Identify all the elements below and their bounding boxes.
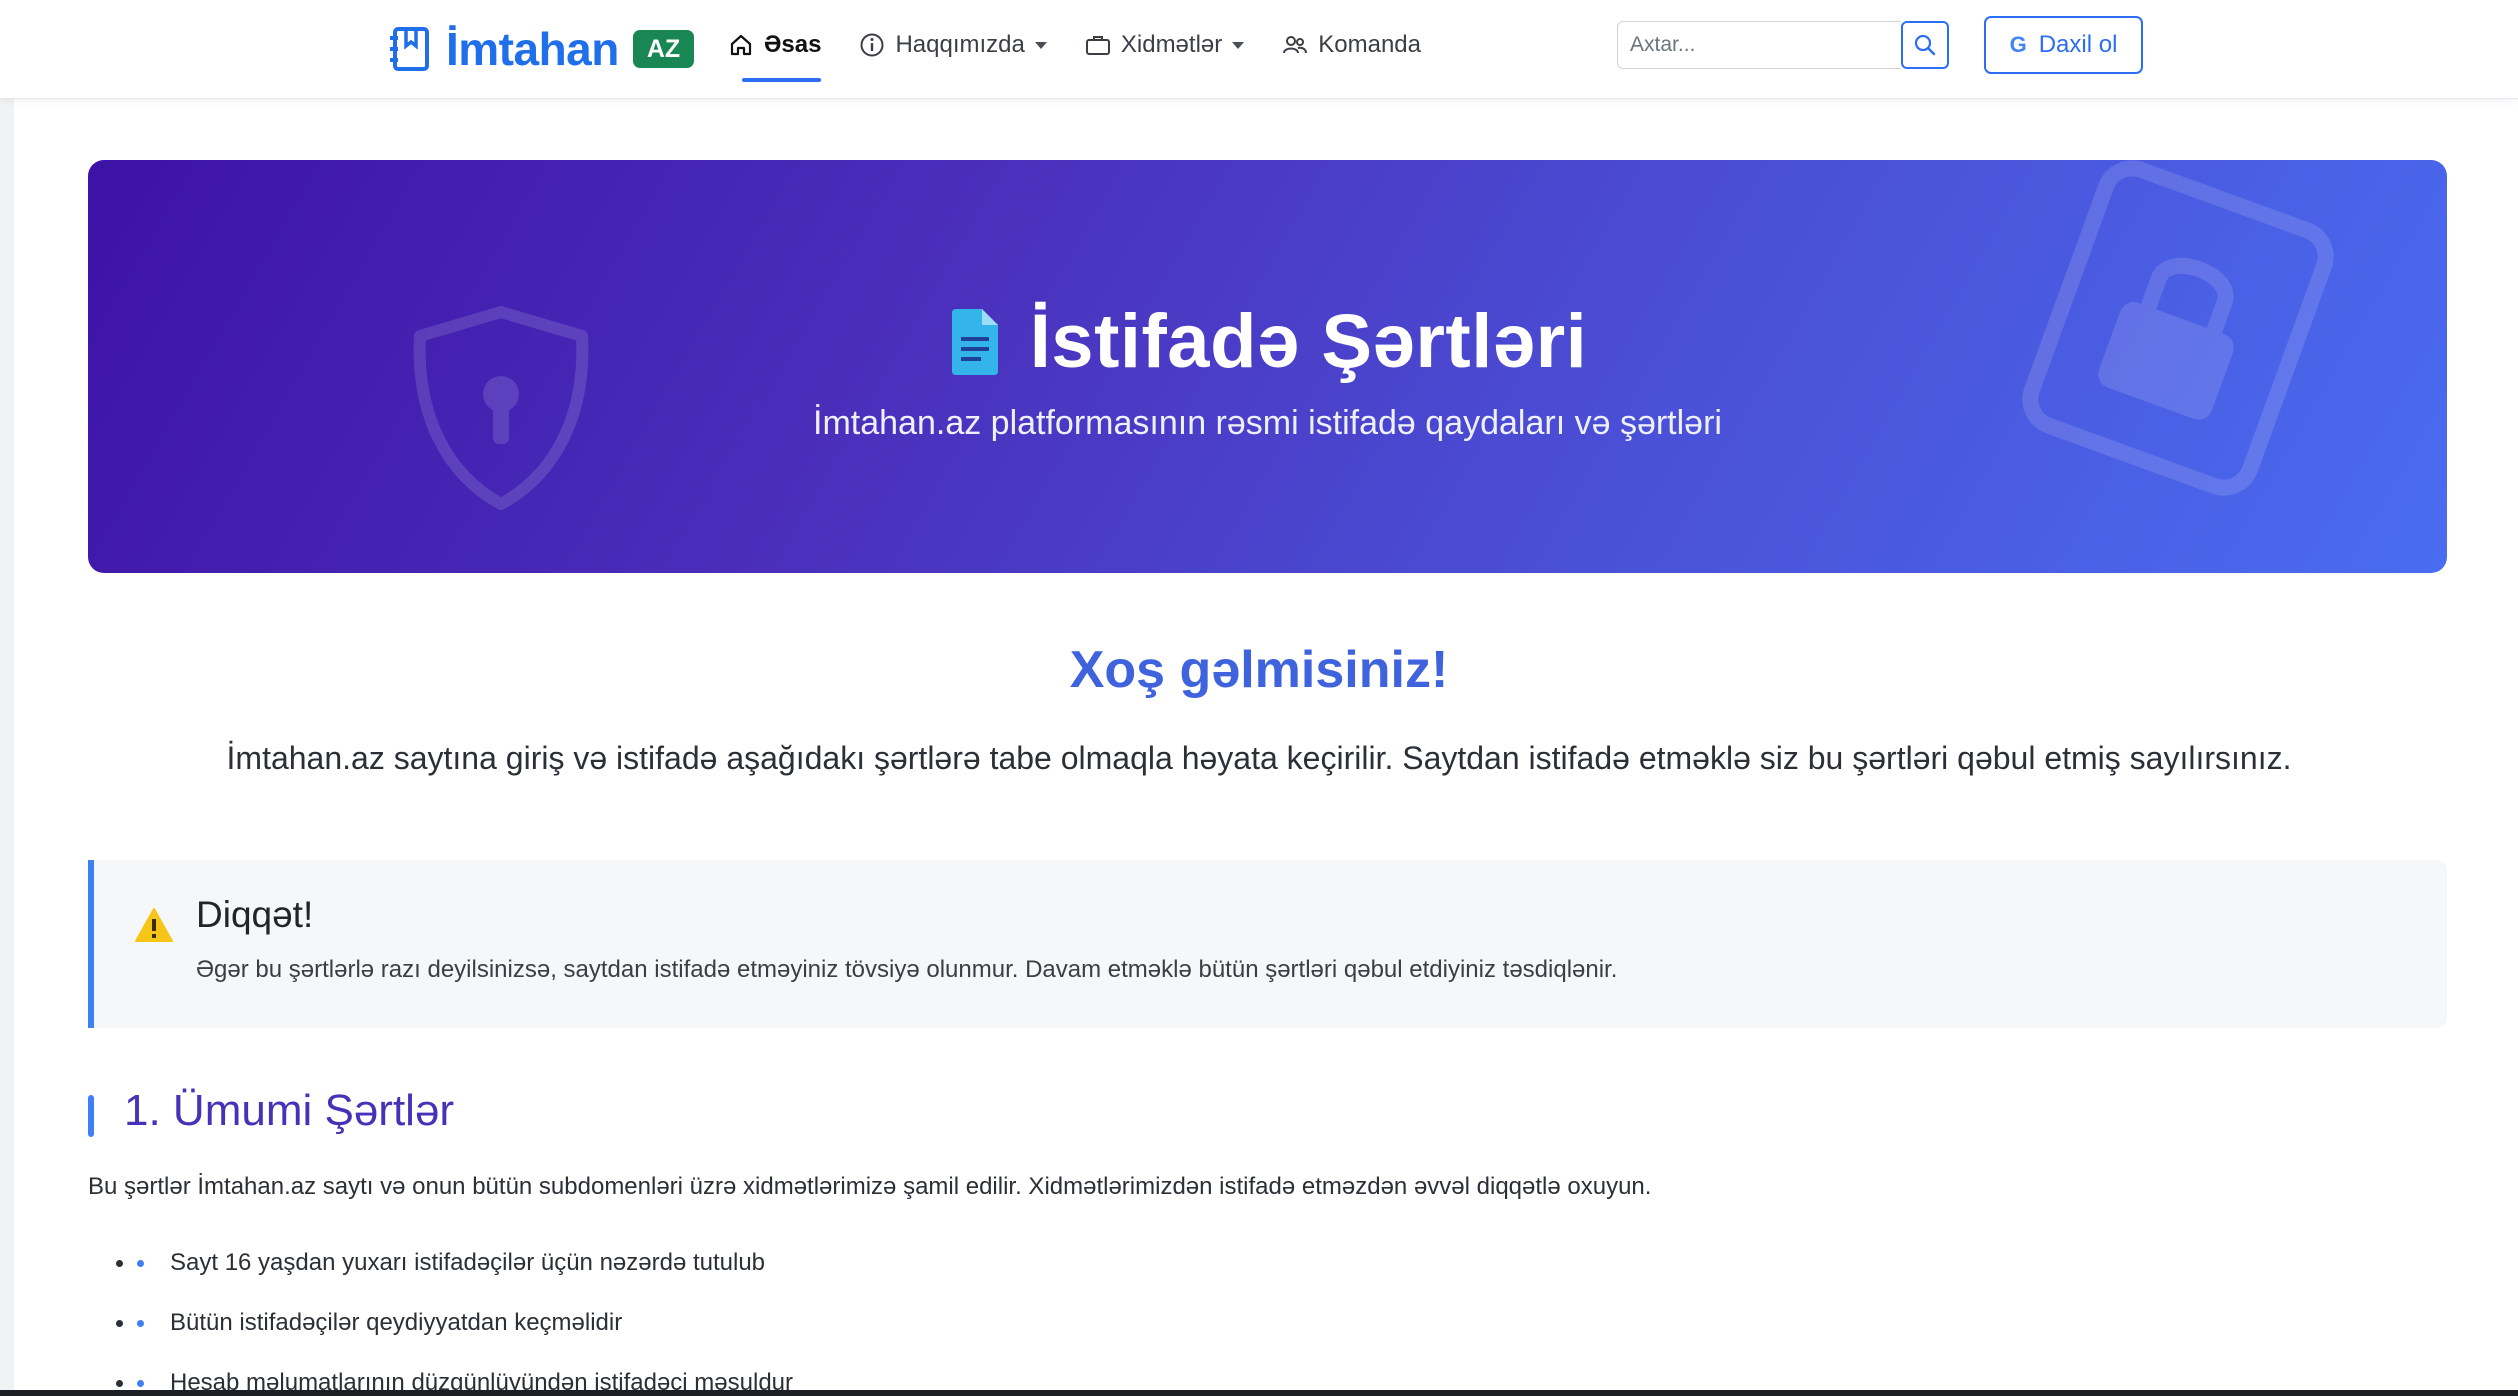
list-item-text: Sayt 16 yaşdan yuxarı istifadəçilər üçün… xyxy=(170,1249,766,1276)
users-icon xyxy=(1283,36,1308,54)
nav-label: Əsas xyxy=(764,31,822,58)
brand-badge: AZ xyxy=(632,30,695,68)
bullet-dot-accent xyxy=(137,1259,144,1267)
section-heading: 1. Ümumi Şərtlər xyxy=(88,1085,454,1137)
document-icon xyxy=(951,308,998,375)
section-accent-bar xyxy=(88,1095,94,1137)
chevron-down-icon xyxy=(1034,41,1047,49)
bullet-dot-accent xyxy=(137,1319,144,1327)
section-text: Bu şərtlər İmtahan.az saytı və onun bütü… xyxy=(88,1173,1652,1200)
nav-label: Haqqımızda xyxy=(895,31,1025,58)
login-label: Daxil ol xyxy=(2038,31,2118,58)
search-input[interactable] xyxy=(1617,21,1901,69)
hero-subtitle: İmtahan.az platformasının rəsmi istifadə… xyxy=(813,404,1722,442)
welcome-text: İmtahan.az saytına giriş və istifadə aşa… xyxy=(226,740,2292,776)
notebook-icon xyxy=(390,27,429,71)
nav-item-team[interactable]: Komanda xyxy=(1282,0,1421,90)
bullet-dot xyxy=(116,1379,123,1387)
nav-item-services[interactable]: Xidmətlər xyxy=(1085,0,1245,90)
nav-label: Xidmətlər xyxy=(1120,31,1223,58)
main-nav: Əsas Haqqımızda Xidmətlər Komanda xyxy=(728,0,1459,90)
warning-icon xyxy=(135,908,173,942)
page-title: İstifadə Şərtləri xyxy=(88,298,2447,385)
brand-logo[interactable]: İmtahan AZ xyxy=(388,18,695,80)
terms-list: Sayt 16 yaşdan yuxarı istifadəçilər üçün… xyxy=(116,1233,793,1396)
navbar: İmtahan AZ Əsas Haqqımızda Xidmətlər Kom… xyxy=(0,0,2518,99)
brand-name: İmtahan xyxy=(446,23,619,75)
list-item: Sayt 16 yaşdan yuxarı istifadəçilər üçün… xyxy=(116,1233,793,1293)
search-button[interactable] xyxy=(1901,21,1949,69)
chevron-down-icon xyxy=(1232,41,1245,49)
hero-title-text: İstifadə Şərtləri xyxy=(1029,299,1588,384)
briefcase-icon xyxy=(1085,36,1110,55)
hero-banner: İstifadə Şərtləri İmtahan.az platforması… xyxy=(88,160,2447,573)
alert-text: Əgər bu şərtlərlə razı deyilsinizsə, say… xyxy=(196,956,1618,983)
search-icon xyxy=(1914,34,1936,56)
alert-title: Diqqət! xyxy=(196,894,314,935)
section-heading-text: 1. Ümumi Şərtlər xyxy=(124,1086,455,1135)
google-icon: G xyxy=(2009,32,2027,57)
nav-item-home[interactable]: Əsas xyxy=(728,0,822,90)
taskbar-edge xyxy=(0,1390,2518,1396)
info-icon xyxy=(860,33,884,57)
home-icon xyxy=(730,34,752,56)
bullet-dot xyxy=(116,1319,123,1327)
login-button[interactable]: G Daxil ol xyxy=(1984,16,2143,74)
warning-alert: Diqqət! Əgər bu şərtlərlə razı deyilsini… xyxy=(88,860,2447,1028)
list-item: Bütün istifadəçilər qeydiyyatdan keçməli… xyxy=(116,1293,793,1353)
bullet-dot xyxy=(116,1259,123,1267)
search-form xyxy=(1617,21,1949,69)
nav-label: Komanda xyxy=(1318,31,1421,58)
nav-item-about[interactable]: Haqqımızda xyxy=(859,0,1047,90)
bullet-dot-accent xyxy=(137,1379,144,1387)
welcome-heading: Xoş gəlmisiniz! xyxy=(1069,641,1449,699)
list-item-text: Bütün istifadəçilər qeydiyyatdan keçməli… xyxy=(170,1309,623,1336)
